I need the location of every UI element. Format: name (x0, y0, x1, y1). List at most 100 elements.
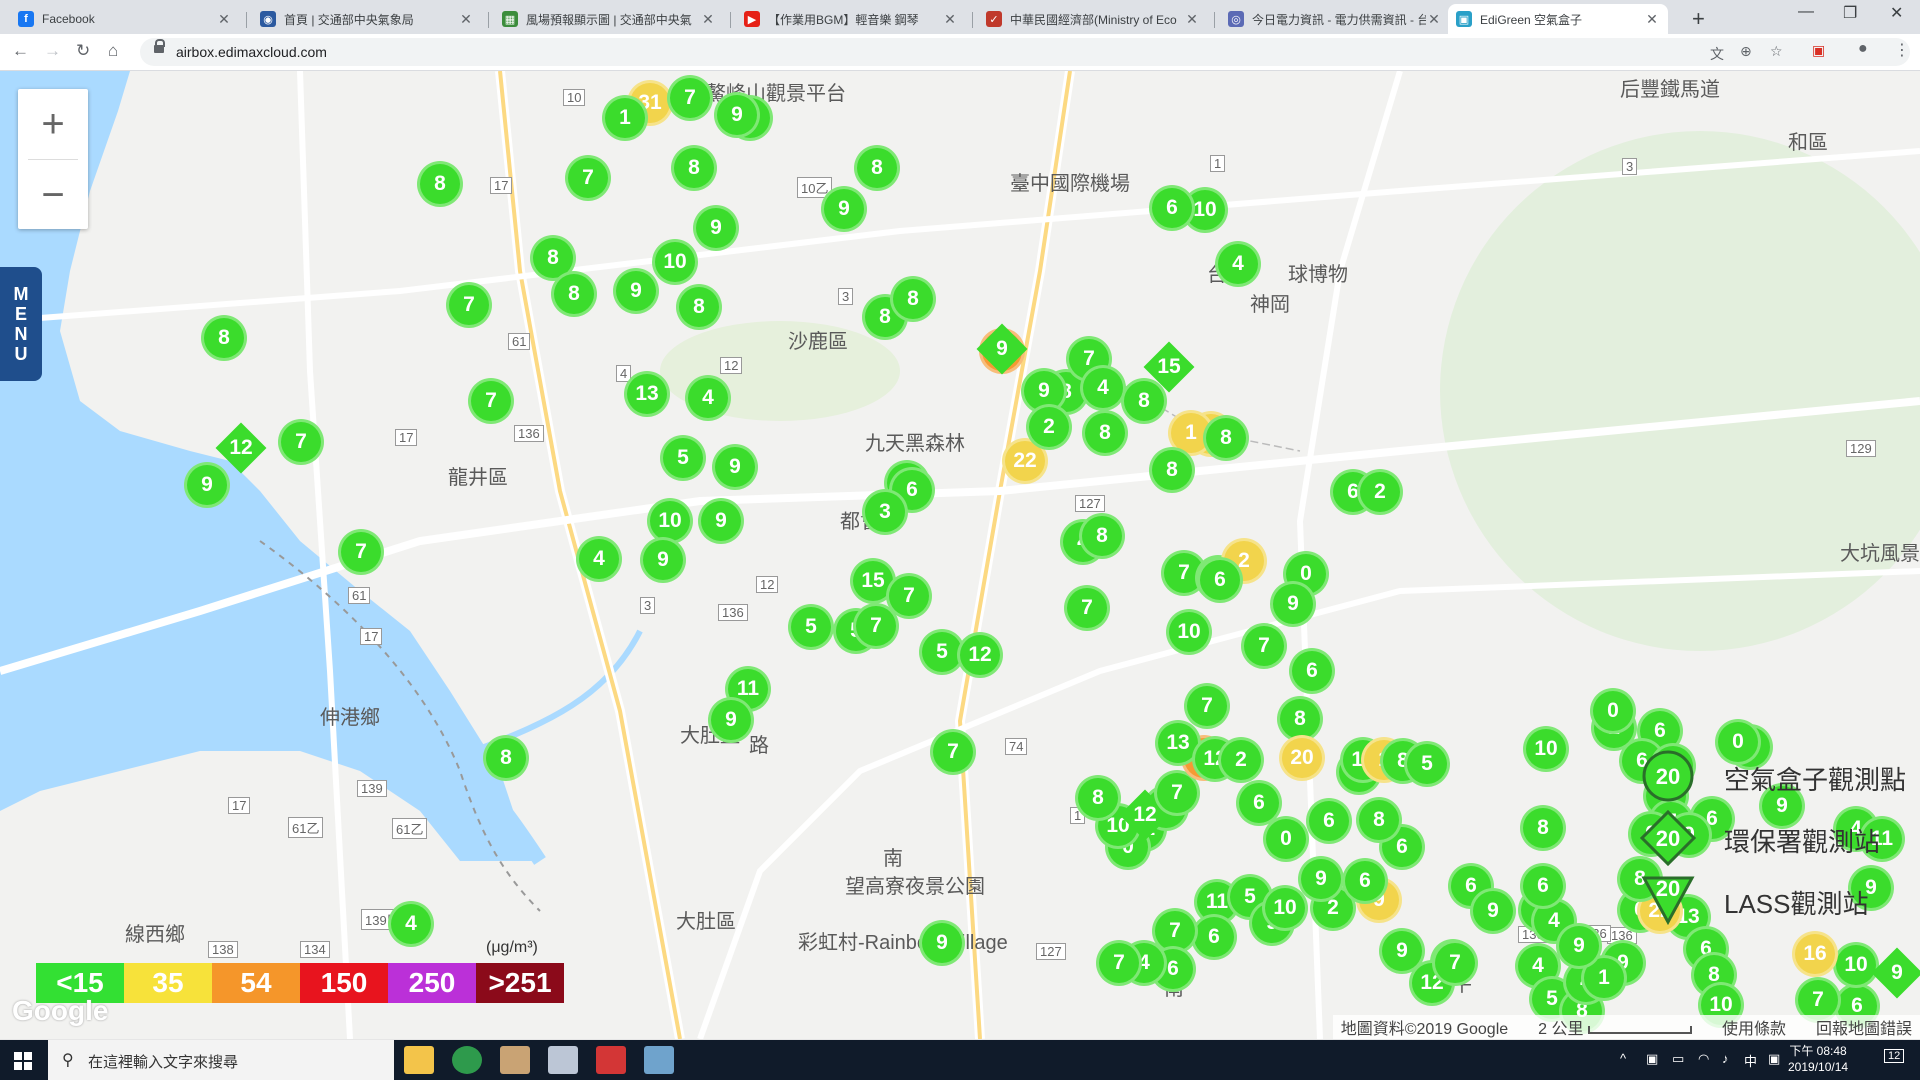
airbox-marker[interactable]: 10 (1833, 942, 1879, 988)
epa-station-marker[interactable]: 12 (215, 422, 267, 474)
airbox-marker[interactable]: 8 (201, 315, 247, 361)
airbox-marker[interactable]: 10 (1166, 609, 1212, 655)
airbox-marker[interactable]: 7 (1241, 623, 1287, 669)
airbox-marker[interactable]: 7 (1432, 940, 1478, 986)
tab-close-icon[interactable]: ✕ (1184, 11, 1200, 28)
airbox-marker[interactable]: 2 (1026, 404, 1072, 450)
airbox-marker[interactable]: 8 (1520, 805, 1566, 851)
airbox-marker[interactable]: 9 (821, 186, 867, 232)
airbox-marker[interactable]: 9 (698, 498, 744, 544)
chrome-icon[interactable] (452, 1046, 482, 1074)
airbox-marker[interactable]: 6 (1191, 914, 1237, 960)
address-bar[interactable]: airbox.edimaxcloud.com 文 ⊕ ☆ (140, 38, 1910, 66)
ime-mode-icon[interactable]: ▣ (1768, 1051, 1780, 1067)
airbox-marker[interactable]: 8 (1203, 415, 1249, 461)
forward-icon[interactable]: → (44, 41, 61, 61)
browser-tab[interactable]: ▣ EdiGreen 空氣盒子 ✕ (1448, 4, 1668, 34)
airbox-marker[interactable]: 7 (1184, 683, 1230, 729)
notification-center-icon[interactable]: 12 (1884, 1049, 1905, 1063)
airbox-marker[interactable]: 8 (1356, 797, 1402, 843)
airbox-marker[interactable]: 2 (1357, 469, 1403, 515)
airbox-marker[interactable]: 9 (613, 268, 659, 314)
airbox-marker[interactable]: 6 (1197, 557, 1243, 603)
airbox-marker[interactable]: 7 (930, 729, 976, 775)
airbox-marker[interactable]: 5 (1404, 741, 1450, 787)
tab-close-icon[interactable]: ✕ (458, 11, 474, 28)
airbox-marker[interactable]: 6 (1149, 185, 1195, 231)
airbox-marker[interactable]: 9 (1298, 856, 1344, 902)
airbox-marker[interactable]: 9 (640, 537, 686, 583)
airbox-marker[interactable]: 9 (1470, 888, 1516, 934)
app-icon-3[interactable] (596, 1046, 626, 1074)
airbox-marker[interactable]: 7 (565, 155, 611, 201)
airbox-marker[interactable]: 8 (890, 276, 936, 322)
epa-station-marker[interactable]: 9 (976, 323, 1028, 375)
airbox-marker[interactable]: 7 (667, 75, 713, 121)
airbox-marker[interactable]: 9 (714, 92, 760, 138)
file-explorer-icon[interactable] (404, 1046, 434, 1074)
reload-icon[interactable]: ↻ (76, 41, 90, 61)
app-icon-1[interactable] (500, 1046, 530, 1074)
browser-tab[interactable]: ▦ 風場預報顯示圖 | 交通部中央氣 ✕ (494, 4, 724, 34)
battery-icon[interactable]: ▭ (1672, 1051, 1684, 1067)
airbox-marker[interactable]: 7 (468, 378, 514, 424)
airbox-marker[interactable]: 9 (693, 205, 739, 251)
airbox-marker[interactable]: 8 (417, 161, 463, 207)
browser-tab[interactable]: f Facebook ✕ (10, 4, 240, 34)
volume-icon[interactable]: ♪ (1722, 1051, 1729, 1066)
airbox-marker[interactable]: 8 (1079, 513, 1125, 559)
close-window-icon[interactable]: ✕ (1890, 3, 1903, 23)
app-icon-2[interactable] (548, 1046, 578, 1074)
airbox-marker[interactable]: 10 (1523, 726, 1569, 772)
menu-button[interactable]: MENU (0, 267, 42, 381)
browser-tab[interactable]: ▶ 【作業用BGM】輕音樂 鋼琴 ✕ (736, 4, 966, 34)
profile-icon[interactable]: ● (1858, 40, 1868, 58)
airbox-marker[interactable]: 1 (602, 95, 648, 141)
airbox-marker[interactable]: 6 (1520, 863, 1566, 909)
clock[interactable]: 下午 08:48 2019/10/14 (1788, 1043, 1848, 1075)
airbox-marker[interactable]: 3 (862, 489, 908, 535)
tray-chevron-icon[interactable]: ^ (1620, 1051, 1626, 1066)
airbox-marker[interactable]: 5 (660, 435, 706, 481)
zoom-out-button[interactable]: − (18, 160, 88, 230)
airbox-marker[interactable]: 16 (1792, 931, 1838, 977)
airbox-marker[interactable]: 9 (1556, 923, 1602, 969)
airbox-marker[interactable]: 6 (1306, 798, 1352, 844)
airbox-marker[interactable]: 20 (1279, 735, 1325, 781)
network-icon[interactable]: ◠ (1698, 1051, 1709, 1067)
report-error-link[interactable]: 回報地圖錯誤 (1816, 1015, 1912, 1039)
tab-close-icon[interactable]: ✕ (1426, 11, 1442, 28)
airbox-marker[interactable]: 6 (1342, 858, 1388, 904)
windows-start-icon[interactable] (14, 1052, 32, 1070)
airbox-marker[interactable]: 8 (671, 145, 717, 191)
browser-tab[interactable]: ◎ 今日電力資訊 - 電力供需資訊 - 台 ✕ (1220, 4, 1450, 34)
taskbar-search-box[interactable]: ⚲ 在這裡輸入文字來搜尋 (48, 1040, 394, 1080)
airbox-marker[interactable]: 8 (551, 271, 597, 317)
airbox-marker[interactable]: 9 (919, 920, 965, 966)
bookmark-star-icon[interactable]: ☆ (1770, 43, 1783, 60)
new-tab-button[interactable]: + (1692, 6, 1705, 32)
airbox-marker[interactable]: 9 (1270, 581, 1316, 627)
airbox-marker[interactable]: 6 (1289, 648, 1335, 694)
airbox-marker[interactable]: 5 (788, 604, 834, 650)
airbox-marker[interactable]: 4 (388, 901, 434, 947)
airbox-marker[interactable]: 8 (854, 145, 900, 191)
tray-app-icon[interactable]: ▣ (1646, 1051, 1658, 1067)
airbox-marker[interactable]: 8 (1121, 378, 1167, 424)
extension-icon[interactable]: ▣ (1812, 42, 1825, 59)
airbox-marker[interactable]: 7 (338, 529, 384, 575)
airbox-marker[interactable]: 0 (1590, 688, 1636, 734)
app-icon-4[interactable] (644, 1046, 674, 1074)
airbox-marker[interactable]: 2 (1218, 737, 1264, 783)
airbox-marker[interactable]: 7 (1064, 585, 1110, 631)
airbox-marker[interactable]: 7 (1096, 940, 1142, 986)
menu-kebab-icon[interactable]: ⋮ (1894, 40, 1910, 60)
airbox-marker[interactable]: 7 (278, 419, 324, 465)
back-icon[interactable]: ← (12, 41, 29, 61)
airbox-marker[interactable]: 4 (1215, 241, 1261, 287)
tab-close-icon[interactable]: ✕ (700, 11, 716, 28)
terms-link[interactable]: 使用條款 (1722, 1015, 1786, 1039)
tab-close-icon[interactable]: ✕ (1644, 11, 1660, 28)
tab-close-icon[interactable]: ✕ (942, 11, 958, 28)
airbox-marker[interactable]: 8 (676, 284, 722, 330)
